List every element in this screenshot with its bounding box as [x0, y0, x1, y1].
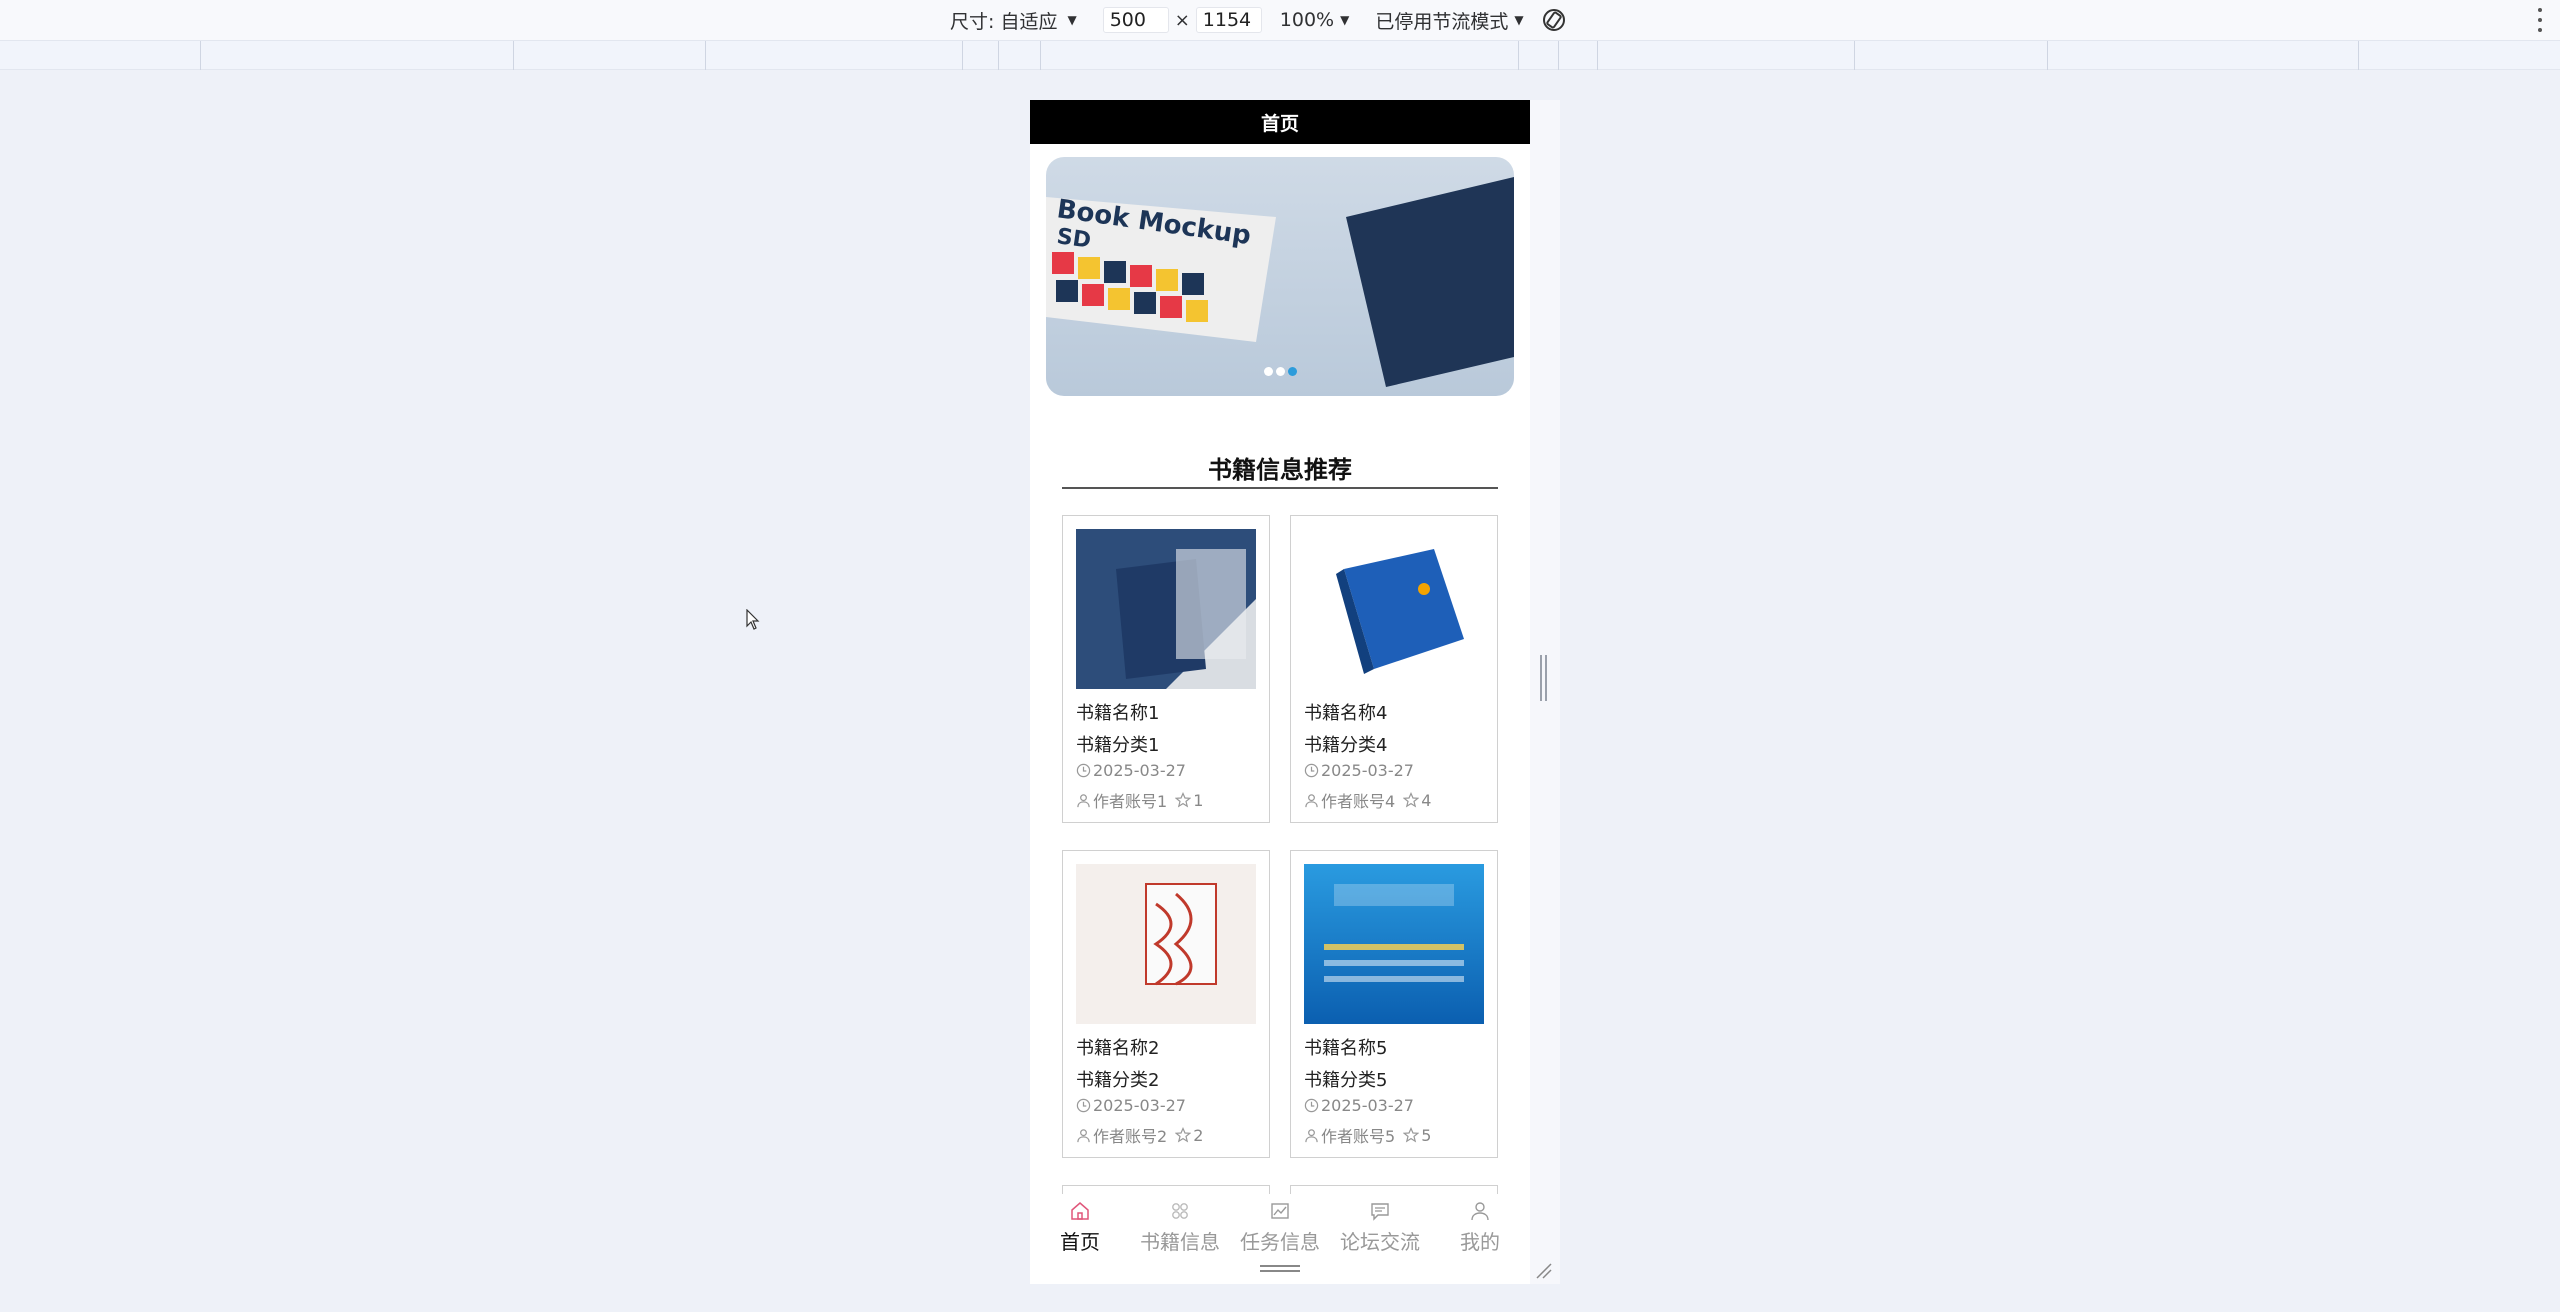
book-name: 书籍名称1	[1076, 703, 1160, 724]
section-title: 书籍信息推荐	[1208, 456, 1352, 484]
size-dropdown[interactable]: 尺寸: 自适应	[950, 7, 1057, 34]
book-date-text: 2025-03-27	[1321, 761, 1414, 780]
user-icon	[1077, 1128, 1090, 1142]
book-cover-image	[1076, 864, 1256, 1024]
book-name: 书籍名称5	[1304, 1038, 1388, 1059]
user-icon	[1077, 793, 1090, 807]
star-icon	[1175, 1127, 1192, 1143]
apps-icon	[1172, 1203, 1188, 1219]
book-category: 书籍分类1	[1076, 735, 1160, 756]
book-name: 书籍名称2	[1076, 1038, 1160, 1059]
chevron-down-icon[interactable]: ▼	[1514, 13, 1523, 27]
section-divider	[1062, 487, 1498, 489]
dimension-separator: ×	[1174, 9, 1190, 31]
width-input[interactable]	[1102, 7, 1169, 33]
tab-label: 我的	[1460, 1230, 1500, 1254]
book-meta: 作者账号5 5	[1304, 1123, 1431, 1147]
device-controls: 尺寸: 自适应 ▼ × 100% ▼ 已停用节流模式 ▼	[950, 0, 1568, 40]
book-date-text: 2025-03-27	[1321, 1096, 1414, 1115]
chevron-down-icon[interactable]: ▼	[1067, 13, 1076, 27]
chevron-down-icon[interactable]: ▼	[1340, 13, 1349, 27]
home-icon	[1071, 1202, 1089, 1220]
viewport-width-resize-handle[interactable]	[1540, 655, 1550, 701]
chart-icon	[1271, 1203, 1289, 1219]
clock-icon	[1304, 1098, 1319, 1113]
carousel-dot-active[interactable]	[1287, 367, 1297, 376]
banner-carousel[interactable]: Book Mockup SD	[1046, 157, 1514, 396]
tab-label: 书籍信息	[1140, 1230, 1220, 1254]
book-date: 2025-03-27	[1304, 1096, 1414, 1115]
book-meta: 作者账号4 4	[1304, 788, 1431, 812]
tab-label: 任务信息	[1240, 1230, 1320, 1254]
clock-icon	[1304, 763, 1319, 778]
tab-mine[interactable]: 我的	[1430, 1194, 1530, 1256]
chat-icon	[1371, 1203, 1389, 1221]
clock-icon	[1076, 1098, 1091, 1113]
height-input[interactable]	[1195, 7, 1262, 33]
book-stars: 5	[1421, 1125, 1432, 1145]
book-category: 书籍分类5	[1304, 1070, 1388, 1091]
carousel-dot[interactable]	[1275, 367, 1285, 376]
book-category: 书籍分类2	[1076, 1070, 1160, 1091]
book-date: 2025-03-27	[1076, 1096, 1186, 1115]
book-meta: 作者账号2 2	[1076, 1123, 1203, 1147]
book-stars: 1	[1193, 790, 1204, 810]
media-query-ruler	[0, 40, 2560, 70]
book-cover-image	[1076, 529, 1256, 689]
tab-home[interactable]: 首页	[1030, 1194, 1130, 1256]
user-icon	[1305, 793, 1318, 807]
user-icon	[1471, 1202, 1489, 1221]
device-viewport: 首页 Book Mockup SD 书籍信息推荐 书籍名称1 书籍分类1 202…	[1030, 100, 1560, 1284]
tab-tasks[interactable]: 任务信息	[1230, 1194, 1330, 1256]
star-icon	[1175, 792, 1192, 808]
star-icon	[1403, 1127, 1420, 1143]
book-date-text: 2025-03-27	[1093, 1096, 1186, 1115]
book-card[interactable]: 书籍名称4 书籍分类4 2025-03-27 作者账号4 4	[1290, 515, 1498, 823]
book-author: 作者账号1	[1093, 792, 1168, 811]
rotate-icon[interactable]	[1540, 6, 1568, 34]
book-author: 作者账号5	[1321, 1127, 1396, 1146]
book-author: 作者账号2	[1093, 1127, 1168, 1146]
clock-icon	[1076, 763, 1091, 778]
book-date: 2025-03-27	[1076, 761, 1186, 780]
tab-label: 首页	[1060, 1230, 1100, 1254]
book-card[interactable]: 书籍名称1 书籍分类1 2025-03-27 作者账号1 1	[1062, 515, 1270, 823]
mouse-cursor-icon	[746, 609, 760, 630]
book-cover-image	[1304, 864, 1484, 1024]
book-name: 书籍名称4	[1304, 703, 1388, 724]
book-author: 作者账号4	[1321, 792, 1396, 811]
carousel-dot[interactable]	[1263, 367, 1273, 376]
devtools-device-toolbar: 尺寸: 自适应 ▼ × 100% ▼ 已停用节流模式 ▼	[0, 0, 2560, 40]
book-date: 2025-03-27	[1304, 761, 1414, 780]
book-category: 书籍分类4	[1304, 735, 1388, 756]
zoom-dropdown[interactable]: 100%	[1280, 9, 1334, 31]
carousel-dots	[1046, 367, 1514, 376]
tab-books[interactable]: 书籍信息	[1130, 1194, 1230, 1256]
book-cover-image	[1304, 529, 1484, 689]
book-card[interactable]: 书籍名称5 书籍分类5 2025-03-27 作者账号5 5	[1290, 850, 1498, 1158]
banner-image: Book Mockup SD	[1046, 177, 1514, 387]
tab-forum[interactable]: 论坛交流	[1330, 1194, 1430, 1256]
book-meta: 作者账号1 1	[1076, 788, 1203, 812]
resize-corner-icon[interactable]	[1535, 1262, 1553, 1280]
viewport-resize-handle[interactable]	[1260, 1265, 1300, 1273]
page-title: 首页	[1030, 100, 1530, 144]
book-date-text: 2025-03-27	[1093, 761, 1186, 780]
book-card[interactable]: 书籍名称2 书籍分类2 2025-03-27 作者账号2 2	[1062, 850, 1270, 1158]
book-stars: 2	[1193, 1125, 1204, 1145]
user-icon	[1305, 1128, 1318, 1142]
svg-text:SD: SD	[1055, 224, 1092, 254]
star-icon	[1403, 792, 1420, 808]
tab-label: 论坛交流	[1340, 1230, 1420, 1254]
throttle-dropdown[interactable]: 已停用节流模式	[1375, 7, 1508, 34]
more-options-icon[interactable]	[2536, 8, 2544, 32]
book-stars: 4	[1421, 790, 1432, 810]
bottom-tab-bar: 首页 书籍信息 任务信息 论坛交流 我的	[1030, 1194, 1530, 1256]
